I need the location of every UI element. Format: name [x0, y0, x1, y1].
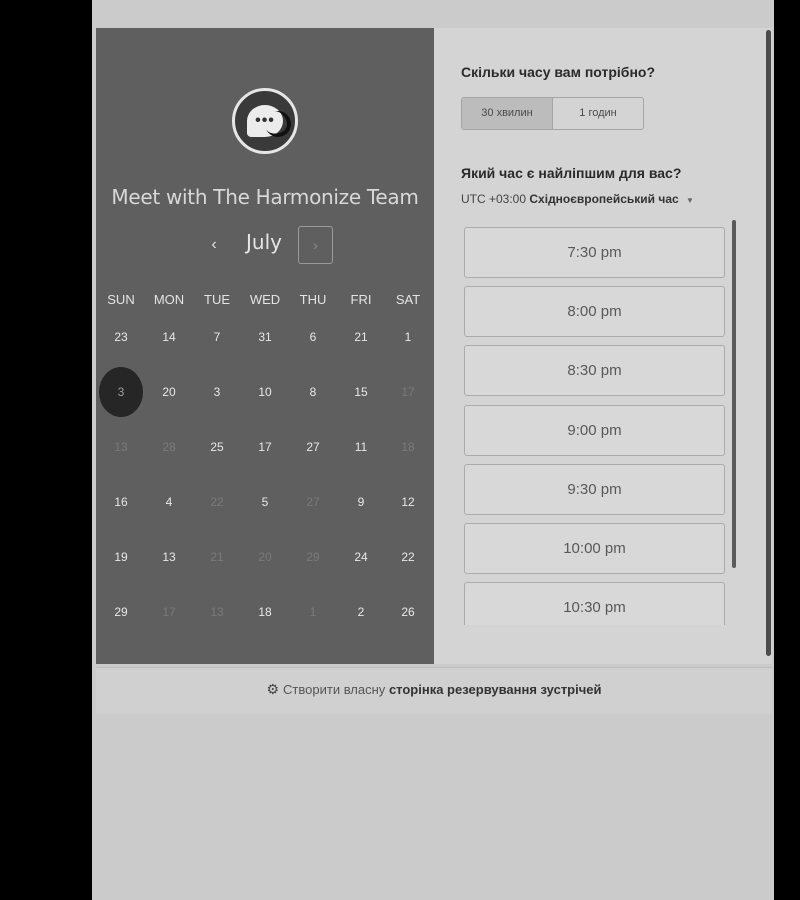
calendar-day[interactable]: 8 — [293, 382, 333, 402]
calendar-day[interactable]: 31 — [245, 327, 285, 347]
calendar-day[interactable]: 15 — [341, 382, 381, 402]
calendar-day[interactable]: 14 — [149, 327, 189, 347]
footer-link[interactable]: сторінка резервування зустрічей — [389, 682, 602, 697]
calendar-day[interactable]: 24 — [341, 547, 381, 567]
footer-banner: ⚙ Створити власну сторінка резервування з… — [96, 667, 772, 714]
calendar-day: 1 — [309, 605, 317, 619]
calendar-day[interactable]: 26 — [388, 602, 428, 622]
calendar-day[interactable]: 23 — [101, 327, 141, 347]
calendar-day: 21 — [210, 550, 224, 564]
calendar-day[interactable]: 1 — [388, 327, 428, 347]
calendar-day-selected[interactable]: 3 — [99, 367, 143, 417]
calendar-day: 29 — [306, 550, 320, 564]
caret-down-icon: ▼ — [686, 196, 694, 205]
duration-question: Скільки часу вам потрібно? — [461, 64, 656, 80]
calendar-day: 20 — [258, 550, 272, 564]
calendar-day: 17 — [162, 605, 176, 619]
calendar-day[interactable]: 29 — [101, 602, 141, 622]
hubspot-sprocket-icon: ⚙ — [266, 681, 280, 697]
calendar-day[interactable]: 20 — [149, 382, 189, 402]
calendar-day[interactable]: 17 — [245, 437, 285, 457]
calendar-day: 17 — [401, 385, 415, 399]
time-panel: Скільки часу вам потрібно? 30 хвилин 1 г… — [434, 28, 772, 664]
calendar-day[interactable]: 5 — [245, 492, 285, 512]
time-slot-button[interactable]: 10:00 pm — [464, 523, 725, 574]
timezone-offset: UTC +03:00 — [461, 192, 527, 206]
calendar-day[interactable]: 9 — [341, 492, 381, 512]
duration-1-hour[interactable]: 1 годин — [553, 98, 643, 129]
calendar-day[interactable]: 27 — [293, 437, 333, 457]
time-slot-button[interactable]: 8:00 pm — [464, 286, 725, 338]
calendar-grid: 23 14 7 31 6 21 1 3 20 3 10 8 15 17 13 28 25 17 27 11 18 16 4 2… — [96, 28, 434, 664]
calendar-day[interactable]: 25 — [197, 437, 237, 457]
calendar-day: 13 — [114, 440, 128, 454]
time-slot-button[interactable]: 10:30 pm — [464, 582, 725, 625]
time-slot-button[interactable]: 9:30 pm — [464, 463, 725, 515]
calendar-day[interactable]: 3 — [197, 382, 237, 402]
calendar-day[interactable]: 21 — [341, 327, 381, 347]
calendar-day[interactable]: 16 — [101, 492, 141, 512]
time-slot-list: 7:30 pm 8:00 pm 8:30 pm 9:00 pm 9:30 pm 10:00… — [464, 223, 726, 625]
calendar-day[interactable]: 2 — [341, 602, 381, 622]
calendar-day[interactable]: 22 — [388, 547, 428, 567]
calendar-panel: ••• Meet with The Harmonize Team ‹ July … — [96, 28, 434, 664]
duration-selector: 30 хвилин 1 годин — [461, 97, 644, 130]
calendar-day[interactable]: 12 — [388, 492, 428, 512]
timezone-selector[interactable]: UTC +03:00 Східноєвропейський час ▼ — [461, 192, 694, 206]
calendar-day[interactable]: 10 — [245, 382, 285, 402]
time-slot-scrollbar[interactable] — [732, 220, 736, 568]
calendar-day[interactable]: 13 — [149, 547, 189, 567]
calendar-day[interactable]: 19 — [101, 547, 141, 567]
time-question: Який час є найліпшим для вас? — [461, 165, 682, 181]
time-slot-button[interactable]: 7:30 pm — [464, 227, 725, 278]
timezone-name: Східноєвропейський час — [529, 192, 679, 206]
duration-30-min[interactable]: 30 хвилин — [462, 98, 553, 129]
calendar-day: 22 — [210, 495, 224, 509]
calendar-day: 27 — [306, 495, 320, 509]
calendar-day[interactable]: 7 — [197, 327, 237, 347]
calendar-day: 13 — [210, 605, 224, 619]
time-slot-button[interactable]: 9:00 pm — [464, 404, 725, 456]
calendar-day[interactable]: 11 — [341, 437, 381, 457]
footer-text: Створити власну — [283, 682, 386, 697]
calendar-day: 28 — [162, 440, 176, 454]
calendar-day[interactable]: 4 — [149, 492, 189, 512]
page-scrollbar[interactable] — [766, 30, 771, 656]
booking-widget: ••• Meet with The Harmonize Team ‹ July … — [96, 28, 772, 664]
calendar-day: 18 — [401, 440, 415, 454]
time-slot-button[interactable]: 8:30 pm — [464, 345, 725, 397]
calendar-day[interactable]: 18 — [245, 602, 285, 622]
calendar-day[interactable]: 6 — [293, 327, 333, 347]
